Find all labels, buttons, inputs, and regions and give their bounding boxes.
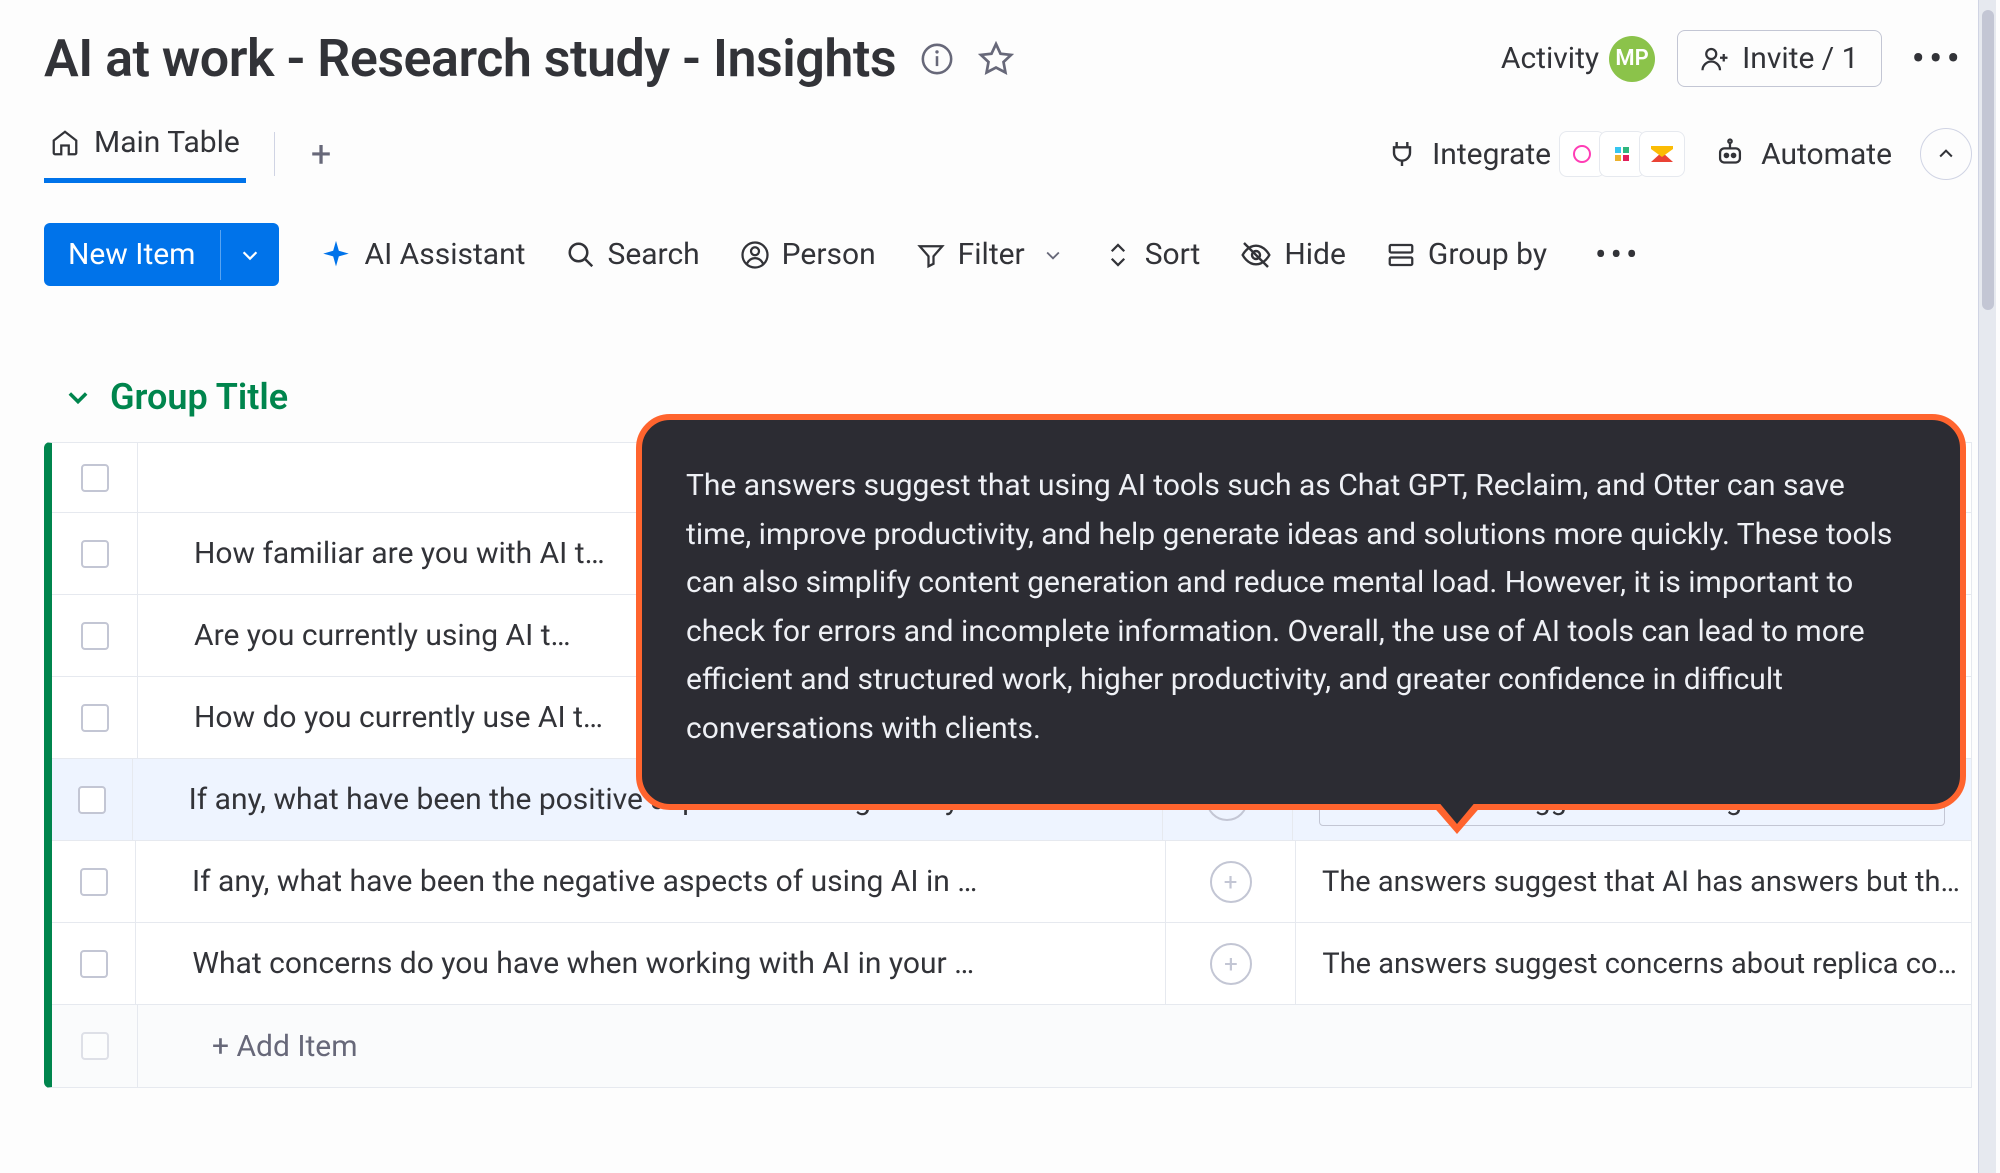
row-checkbox[interactable] [81,622,109,650]
search-icon [566,240,596,270]
add-update-icon[interactable]: + [1210,861,1252,903]
tooltip-text: The answers suggest that using AI tools … [686,468,1892,746]
table-row[interactable]: If any, what have been the negative aspe… [52,841,1971,923]
more-menu-icon[interactable]: ••• [1904,39,1973,79]
search-label: Search [608,237,700,272]
filter-button[interactable]: Filter [916,237,1063,272]
group-header[interactable]: Group Title [64,376,1972,418]
sort-icon [1103,240,1133,270]
person-icon [740,240,770,270]
avatar[interactable]: MP [1609,36,1655,82]
add-item-label[interactable]: + Add Item [194,1029,358,1064]
board-header: AI at work - Research study - Insights A… [44,28,1972,89]
tabs-right: Integrate Automate [1386,128,1972,180]
tabs-left: Main Table + [44,125,339,183]
chevron-up-icon [1936,144,1956,164]
group-by-label: Group by [1428,237,1547,272]
filter-icon [916,240,946,270]
activity-wrap[interactable]: Activity MP [1501,36,1655,82]
row-checkbox[interactable] [78,786,106,814]
sort-label: Sort [1145,237,1201,272]
title-wrap: AI at work - Research study - Insights [44,28,1014,89]
chevron-down-icon [239,244,261,266]
title-icons [920,41,1014,77]
eye-off-icon [1240,239,1272,271]
new-item-label: New Item [44,223,220,286]
new-item-caret[interactable] [220,230,279,280]
new-item-button[interactable]: New Item [44,223,279,286]
row-checkbox [81,1032,109,1060]
automate-label: Automate [1761,137,1892,172]
tooltip-tail-inner [1437,800,1477,824]
invite-label: Invite / 1 [1742,41,1858,76]
add-tab-button[interactable]: + [303,133,339,175]
answer-cell[interactable]: The answers suggest concerns about repli… [1296,923,1971,1004]
home-icon [50,128,80,158]
integration-badges [1565,131,1685,177]
tab-main-table-label: Main Table [94,125,240,160]
add-update-icon[interactable]: + [1210,943,1252,985]
add-item-row[interactable]: + Add Item [52,1005,1971,1087]
vertical-scrollbar[interactable] [1978,0,1996,1173]
hide-button[interactable]: Hide [1240,237,1346,272]
star-icon[interactable] [978,41,1014,77]
sparkle-icon [319,238,353,272]
row-checkbox[interactable] [81,704,109,732]
tabs-row: Main Table + Integrate Automate [44,125,1972,183]
chevron-down-icon [1043,245,1063,265]
hide-label: Hide [1284,237,1346,272]
header-right: Activity MP Invite / 1 ••• [1501,30,1972,87]
cell-tooltip: The answers suggest that using AI tools … [636,414,1966,810]
collapse-header-button[interactable] [1920,128,1972,180]
activity-label: Activity [1501,41,1599,76]
row-checkbox[interactable] [80,950,108,978]
group-title: Group Title [110,376,288,418]
integration-badge-3[interactable] [1639,131,1685,177]
person-label: Person [782,237,876,272]
row-checkbox[interactable] [81,540,109,568]
invite-icon [1700,44,1730,74]
tab-main-table[interactable]: Main Table [44,125,246,183]
ai-assistant-button[interactable]: AI Assistant [319,237,526,272]
search-button[interactable]: Search [566,237,700,272]
answer-cell[interactable]: The answers suggest that AI has answers … [1296,841,1971,922]
select-all-checkbox[interactable] [81,464,109,492]
integrate-button[interactable]: Integrate [1386,131,1685,177]
row-checkbox[interactable] [80,868,108,896]
scrollbar-thumb[interactable] [1982,10,1994,310]
board-toolbar: New Item AI Assistant Search Person Filt… [44,223,1972,286]
integrate-label: Integrate [1432,137,1551,172]
group-by-icon [1386,240,1416,270]
chevron-down-icon [64,383,92,411]
page-title[interactable]: AI at work - Research study - Insights [44,28,896,89]
info-icon[interactable] [920,42,954,76]
sort-button[interactable]: Sort [1103,237,1201,272]
item-name-cell[interactable]: If any, what have been the negative aspe… [136,841,1166,922]
group-by-button[interactable]: Group by [1386,237,1547,272]
automate-button[interactable]: Automate [1713,137,1892,172]
plug-icon [1386,138,1418,170]
invite-button[interactable]: Invite / 1 [1677,30,1881,87]
ai-assistant-label: AI Assistant [365,237,526,272]
board-page: AI at work - Research study - Insights A… [0,0,2000,1173]
filter-label: Filter [958,237,1025,272]
robot-icon [1713,137,1747,171]
person-button[interactable]: Person [740,237,876,272]
table-row[interactable]: What concerns do you have when working w… [52,923,1971,1005]
toolbar-more-icon[interactable]: ••• [1587,238,1649,272]
item-name-cell[interactable]: What concerns do you have when working w… [136,923,1166,1004]
tab-divider [274,132,275,176]
select-all-cell [52,443,138,512]
